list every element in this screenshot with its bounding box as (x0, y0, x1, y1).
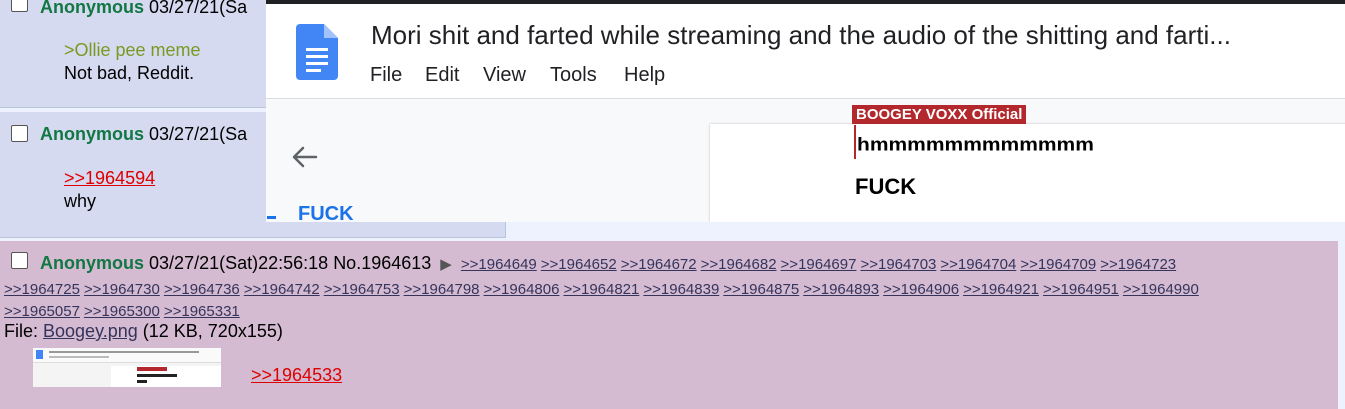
file-meta: (12 KB, 720x155) (137, 321, 283, 341)
backlink[interactable]: >>1964906 (883, 281, 959, 298)
backlink[interactable]: >>1964736 (164, 281, 240, 298)
document-title[interactable]: Mori shit and farted while streaming and… (371, 20, 1231, 51)
backlinks-row-1: >>1964649 >>1964652 >>1964672 >>1964682 >>19… (461, 253, 1180, 273)
post-date: 03/27/21(Sa (149, 124, 248, 144)
post-header: Anonymous 03/27/21(Sat)22:56:18 No.19646… (40, 253, 1180, 274)
outline-item[interactable]: FUCK (298, 203, 354, 222)
thumb-title-line (49, 351, 199, 353)
checkbox-icon[interactable] (11, 252, 28, 269)
backlink[interactable]: >>1964697 (781, 256, 857, 273)
backlink[interactable]: >>1964652 (541, 256, 617, 273)
post-number[interactable]: No.1964613 (333, 253, 431, 273)
backlink[interactable]: >>1964723 (1100, 256, 1176, 273)
checkbox-icon[interactable] (11, 125, 28, 142)
reply-link[interactable]: >>1964533 (251, 365, 342, 386)
menu-help[interactable]: Help (624, 64, 665, 87)
checkbox-icon[interactable] (11, 0, 28, 12)
thumb-text-1 (137, 374, 177, 377)
backlink[interactable]: >>1965300 (84, 303, 160, 320)
backlink[interactable]: >>1964875 (723, 281, 799, 298)
google-docs-icon (296, 24, 338, 80)
post-header: Anonymous 03/27/21(Sa (40, 0, 247, 18)
poster-name: Anonymous (40, 253, 145, 273)
backlink[interactable]: >>1964893 (803, 281, 879, 298)
poster-name: Anonymous (40, 124, 145, 144)
document-page: BOOGEY VOXX Official hmmmmmmmmmmmm FUCK (710, 105, 1345, 222)
post-datetime: 03/27/21(Sat)22:56:18 (149, 253, 329, 273)
backlink[interactable]: >>1964753 (324, 281, 400, 298)
post-1: Anonymous 03/27/21(Sa >Ollie pee meme No… (0, 0, 268, 108)
thumb-text-2 (137, 380, 147, 383)
backlink[interactable]: >>1964649 (461, 256, 537, 273)
menu-edit[interactable]: Edit (425, 64, 459, 87)
file-info: File: Boogey.png (12 KB, 720x155) (4, 321, 283, 342)
google-docs-screenshot: Mori shit and farted while streaming and… (266, 0, 1345, 222)
docs-header: Mori shit and farted while streaming and… (266, 4, 1345, 99)
backlink[interactable]: >>1964682 (701, 256, 777, 273)
file-name-link[interactable]: Boogey.png (43, 321, 138, 341)
doc-text-line-1: hmmmmmmmmmmmm (857, 134, 1094, 155)
thumb-menu-line (49, 356, 109, 358)
menu-file[interactable]: File (370, 64, 402, 87)
backlink[interactable]: >>1964839 (643, 281, 719, 298)
back-arrow-icon[interactable] (292, 146, 318, 168)
collaborator-cursor (854, 125, 856, 159)
post-date: 03/27/21(Sa (149, 0, 248, 17)
backlink[interactable]: >>1964951 (1043, 281, 1119, 298)
menu-tools[interactable]: Tools (550, 64, 597, 87)
backlink[interactable]: >>1964704 (940, 256, 1016, 273)
document-area: FUCK BOOGEY VOXX Official hmmmmmmmmmmmm … (266, 99, 1345, 222)
reply-link[interactable]: >>1964594 (64, 168, 155, 189)
post-body-text: why (64, 191, 97, 211)
outline-dash (267, 216, 276, 219)
backlink[interactable]: >>1964709 (1020, 256, 1096, 273)
backlink[interactable]: >>1964798 (404, 281, 480, 298)
arrow-right-icon[interactable]: ▶ (440, 256, 452, 273)
post-header: Anonymous 03/27/21(Sa (40, 124, 247, 145)
thumb-label (137, 367, 167, 371)
backlinks-row-2: >>1964725 >>1964730 >>1964736 >>1964742 >>19… (4, 278, 1203, 299)
backlink[interactable]: >>1964730 (84, 281, 160, 298)
file-thumbnail[interactable] (33, 348, 221, 387)
thumb-docs-icon (36, 350, 43, 359)
backlink[interactable]: >>1964703 (860, 256, 936, 273)
backlink[interactable]: >>1965331 (164, 303, 240, 320)
menu-view[interactable]: View (483, 64, 526, 87)
post-3-highlighted: Anonymous 03/27/21(Sat)22:56:18 No.19646… (0, 241, 1338, 409)
doc-text-line-2: FUCK (855, 174, 917, 199)
backlink[interactable]: >>1964990 (1123, 281, 1199, 298)
poster-name: Anonymous (40, 0, 145, 17)
backlink[interactable]: >>1964742 (244, 281, 320, 298)
backlink[interactable]: >>1964672 (621, 256, 697, 273)
backlink[interactable]: >>1964725 (4, 281, 80, 298)
backlink[interactable]: >>1964921 (963, 281, 1039, 298)
greentext-quote: >Ollie pee meme (64, 40, 201, 60)
post-body-text: Not bad, Reddit. (64, 63, 195, 83)
backlinks-row-3: >>1965057 >>1965300 >>1965331 (4, 300, 244, 321)
backlink[interactable]: >>1964821 (563, 281, 639, 298)
file-label: File: (4, 321, 44, 341)
backlink[interactable]: >>1965057 (4, 303, 80, 320)
backlink[interactable]: >>1964806 (484, 281, 560, 298)
cursor-name-label: BOOGEY VOXX Official (852, 105, 1027, 124)
